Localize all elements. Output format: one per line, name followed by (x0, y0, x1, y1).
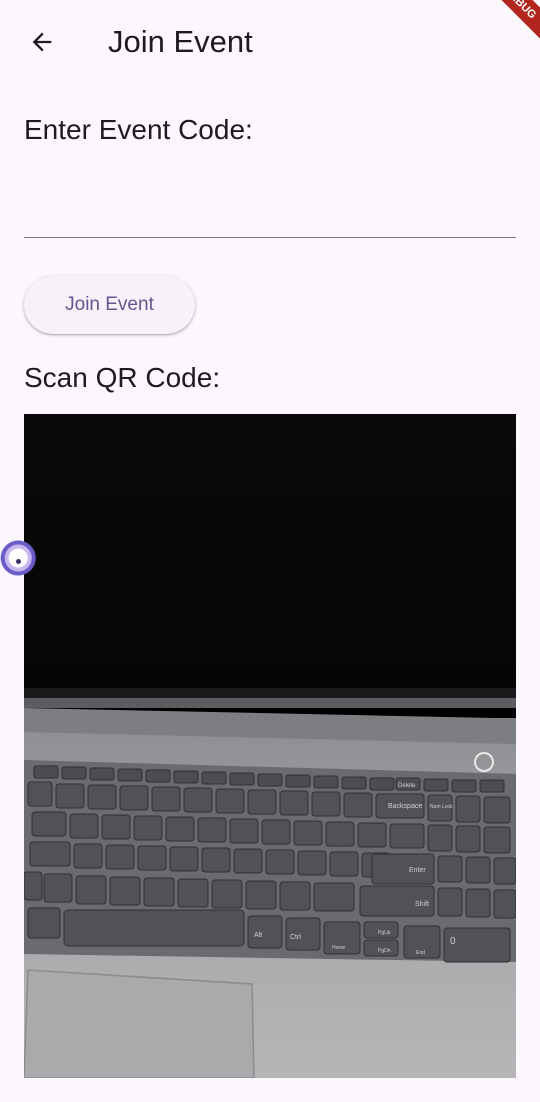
key-pgup: PgUp (378, 930, 391, 936)
event-code-input[interactable] (24, 176, 516, 238)
join-event-button[interactable]: Join Event (24, 276, 195, 334)
key-shift: Shift (415, 901, 429, 908)
qr-camera-preview[interactable]: Delete Backspace Num Lock Enter Shift Al… (24, 414, 516, 1078)
key-pgdn: PgDn (378, 948, 391, 954)
key-alt: Alt (254, 932, 262, 939)
key-num-lock: Num Lock (430, 804, 453, 810)
scan-qr-label: Scan QR Code: (24, 362, 221, 393)
app-bar: Join Event DEBUG (0, 0, 540, 84)
debug-banner: DEBUG (469, 0, 540, 54)
event-code-label: Enter Event Code: (24, 114, 253, 145)
key-ctrl: Ctrl (290, 934, 301, 941)
key-zero: 0 (450, 936, 456, 947)
back-button[interactable] (18, 20, 66, 64)
key-backspace: Backspace (388, 803, 422, 810)
camera-feed-image: Delete Backspace Num Lock Enter Shift Al… (24, 414, 516, 1078)
key-end: End (416, 950, 425, 956)
key-delete: Delete (398, 783, 416, 789)
key-home: Home (332, 945, 346, 951)
page-title: Join Event (108, 24, 253, 59)
arrow-left-icon (32, 32, 52, 52)
key-enter: Enter (409, 867, 426, 874)
